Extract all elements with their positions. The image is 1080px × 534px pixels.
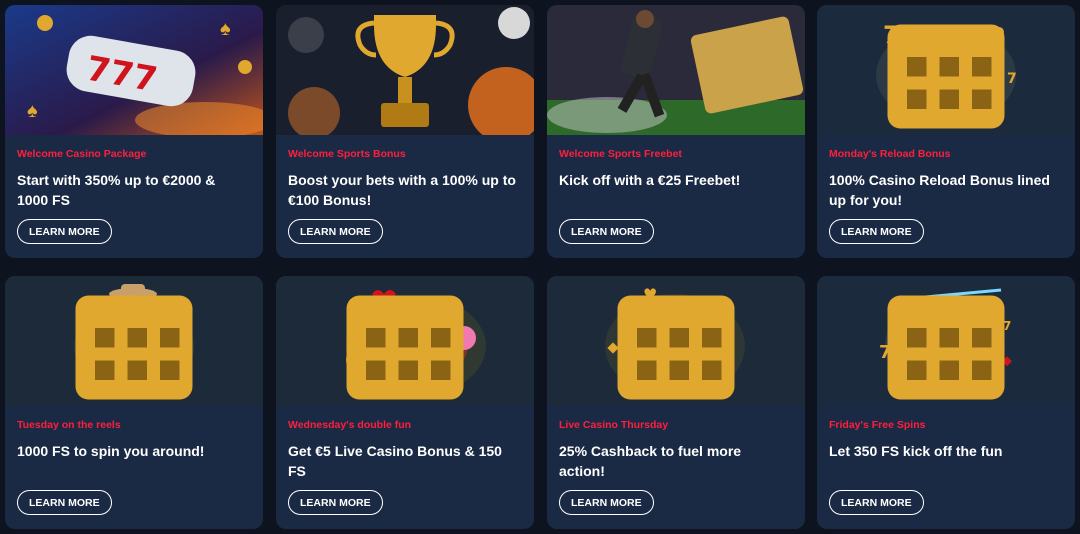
promo-headline: Start with 350% up to €2000 & 1000 FS <box>17 172 216 208</box>
promo-tag: Tuesday on the reels <box>17 419 121 431</box>
promo-headline: 100% Casino Reload Bonus lined up for yo… <box>829 172 1050 208</box>
promotions-grid: 777 ♠ ♠ Welcome Casino Package Start wit… <box>0 0 1080 534</box>
learn-more-button[interactable]: LEARN MORE <box>559 219 654 244</box>
promo-headline: Let 350 FS kick off the fun <box>829 443 1003 459</box>
promo-tag: Friday's Free Spins <box>829 419 926 431</box>
svg-text:♠: ♠ <box>27 100 38 122</box>
promo-banner: 7 7 7 <box>817 276 1075 406</box>
promo-card: 777 7 7 Monday's Reload Bonus 100% Casin… <box>817 5 1075 258</box>
promo-banner <box>276 276 534 406</box>
promo-banner: 777 ♠ ♠ <box>5 5 263 135</box>
learn-more-button[interactable]: LEARN MORE <box>829 219 924 244</box>
calendar-icon <box>75 295 193 400</box>
promo-headline: Get €5 Live Casino Bonus & 150 FS <box>288 443 502 479</box>
promo-card: Wednesday's double fun Get €5 Live Casin… <box>276 276 534 529</box>
promo-tag: Live Casino Thursday <box>559 419 669 431</box>
promo-banner <box>276 5 534 135</box>
calendar-icon <box>346 295 464 400</box>
calendar-icon <box>887 295 1005 400</box>
promo-banner: 7 7 <box>5 276 263 406</box>
promo-card: Welcome Sports Bonus Boost your bets wit… <box>276 5 534 258</box>
promo-card: Welcome Sports Freebet Kick off with a €… <box>547 5 805 258</box>
learn-more-button[interactable]: LEARN MORE <box>288 219 383 244</box>
promo-tag: Monday's Reload Bonus <box>829 148 951 160</box>
promo-card: ♠ ♥ ♣ Live Casino Thursday 25% Cashback … <box>547 276 805 529</box>
promo-headline: 25% Cashback to fuel more action! <box>559 443 742 479</box>
learn-more-button[interactable]: LEARN MORE <box>559 490 654 515</box>
footballer-icon <box>547 5 805 135</box>
svg-text:♠: ♠ <box>220 18 231 40</box>
promo-headline: Kick off with a €25 Freebet! <box>559 172 741 188</box>
calendar-icon <box>887 24 1005 129</box>
promo-card: 777 ♠ ♠ Welcome Casino Package Start wit… <box>5 5 263 258</box>
promo-banner: ♠ ♥ ♣ <box>547 276 805 406</box>
promo-tag: Welcome Sports Freebet <box>559 148 682 160</box>
learn-more-button[interactable]: LEARN MORE <box>288 490 383 515</box>
calendar-icon <box>617 295 735 400</box>
promo-card: 7 7 7 Friday's Free Spins Let 350 FS kic… <box>817 276 1075 529</box>
promo-card: 7 7 Tuesday on the reels 1000 FS to spin… <box>5 276 263 529</box>
learn-more-button[interactable]: LEARN MORE <box>829 490 924 515</box>
promo-banner: 777 7 7 <box>817 5 1075 135</box>
promo-tag: Wednesday's double fun <box>288 419 412 431</box>
promo-headline: Boost your bets with a 100% up to €100 B… <box>288 172 516 208</box>
promo-tag: Welcome Casino Package <box>17 148 147 160</box>
learn-more-button[interactable]: LEARN MORE <box>17 219 112 244</box>
trophy-icon <box>276 5 534 135</box>
promo-tag: Welcome Sports Bonus <box>288 148 406 160</box>
slot-777-icon: 777 ♠ ♠ <box>5 5 263 135</box>
promo-headline: 1000 FS to spin you around! <box>17 443 205 459</box>
promo-banner <box>547 5 805 135</box>
learn-more-button[interactable]: LEARN MORE <box>17 490 112 515</box>
